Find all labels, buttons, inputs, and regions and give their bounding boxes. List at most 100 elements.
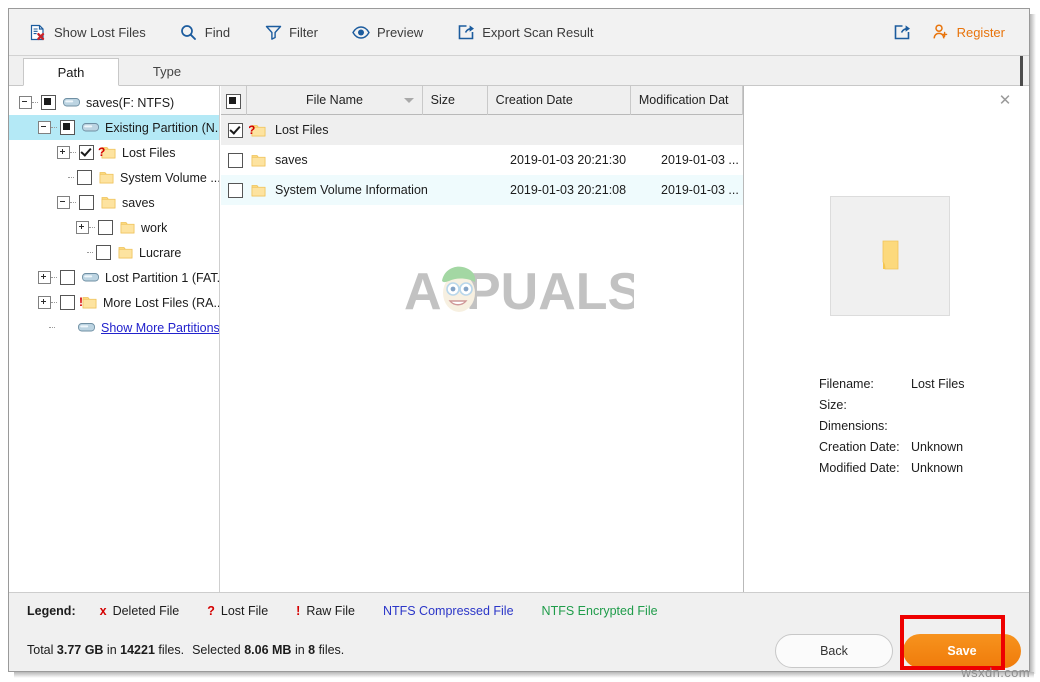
tree-expand-icon[interactable] bbox=[38, 271, 51, 284]
preview-metadata-key: Filename: bbox=[819, 376, 874, 391]
tree-node[interactable]: Lucrare bbox=[9, 240, 219, 265]
file-row-checkbox-cell[interactable] bbox=[221, 182, 249, 198]
toolbar-item-label: Find bbox=[204, 24, 231, 40]
tree-node[interactable]: work bbox=[9, 215, 219, 240]
column-header-size[interactable]: Size bbox=[423, 86, 488, 115]
tree-expand-icon[interactable] bbox=[76, 221, 89, 234]
toolbar: Show Lost Files Find Filter Preview Expo… bbox=[9, 9, 1029, 56]
back-button[interactable]: Back bbox=[775, 634, 893, 668]
tree-node-label: Existing Partition (N... bbox=[105, 120, 219, 135]
toolbar-register-button[interactable]: Register bbox=[922, 19, 1015, 45]
preview-metadata-key: Modified Date: bbox=[819, 460, 900, 475]
tree-node[interactable]: saves bbox=[9, 190, 219, 215]
preview-metadata-row: Size: bbox=[819, 394, 965, 415]
folder-icon bbox=[101, 196, 116, 209]
tree-node-label: work bbox=[141, 220, 168, 235]
tab-path[interactable]: Path bbox=[23, 58, 119, 86]
path-tree-panel: saves(F: NTFS) Existing Partition (N...? L… bbox=[9, 86, 220, 592]
tree-expander-placeholder bbox=[57, 172, 68, 183]
tree-node-label: System Volume ... bbox=[120, 170, 219, 185]
legend-item: NTFS Encrypted File bbox=[542, 604, 658, 618]
folder-icon bbox=[251, 184, 266, 197]
main-body: saves(F: NTFS) Existing Partition (N...? L… bbox=[9, 86, 1029, 592]
tree-node[interactable]: Existing Partition (N... bbox=[9, 115, 219, 140]
tree-node-label: Lost Partition 1 (FAT... bbox=[105, 270, 219, 285]
file-row-checkbox-cell[interactable] bbox=[221, 122, 249, 138]
file-row-name-cell: saves bbox=[249, 153, 434, 167]
file-row-checkbox[interactable] bbox=[227, 122, 243, 138]
tree-node-checkbox[interactable] bbox=[60, 120, 75, 135]
column-header-file-name[interactable]: File Name bbox=[247, 86, 423, 115]
tree-node-checkbox[interactable] bbox=[96, 245, 111, 260]
legend-mark-icon: ? bbox=[207, 603, 215, 618]
preview-thumbnail bbox=[830, 196, 950, 316]
show-more-partitions-link[interactable]: Show More Partitions bbox=[101, 321, 219, 335]
close-icon[interactable]: ✕ bbox=[997, 93, 1013, 109]
svg-text:A: A bbox=[404, 263, 442, 321]
tree-node[interactable]: saves(F: NTFS) bbox=[9, 90, 219, 115]
tab-type[interactable]: Type bbox=[119, 58, 215, 86]
tree-expand-icon[interactable] bbox=[38, 296, 51, 309]
toolbar-filter-button[interactable]: Filter bbox=[254, 19, 328, 45]
select-all-header-cell[interactable] bbox=[221, 86, 248, 115]
raw-file-badge-icon: ! bbox=[79, 295, 83, 309]
column-header-label: Size bbox=[430, 92, 455, 107]
toolbar-export-scan-result-button[interactable]: Export Scan Result bbox=[447, 19, 603, 45]
toolbar-share-button[interactable] bbox=[884, 19, 922, 45]
save-button[interactable]: Save bbox=[903, 634, 1021, 668]
column-header-creation-date[interactable]: Creation Date bbox=[488, 86, 631, 115]
magnifier-icon bbox=[180, 23, 198, 41]
column-header-label: Creation Date bbox=[495, 92, 573, 107]
tree-expand-icon[interactable] bbox=[57, 146, 70, 159]
preview-metadata-row: Modified Date: Unknown bbox=[819, 457, 965, 478]
legend-item-label: Raw File bbox=[306, 603, 355, 618]
folder-icon bbox=[251, 154, 266, 167]
toolbar-preview-button[interactable]: Preview bbox=[342, 19, 433, 45]
tree-node-label: saves(F: NTFS) bbox=[86, 95, 175, 110]
column-header-label: Modification Dat bbox=[638, 92, 729, 107]
folder-icon: ? bbox=[98, 146, 116, 159]
status-selected-size: 8.06 MB bbox=[244, 643, 292, 657]
file-row-checkbox[interactable] bbox=[227, 182, 243, 198]
tree-node-checkbox[interactable] bbox=[77, 170, 92, 185]
folder-icon: ? bbox=[249, 123, 266, 137]
tree-node[interactable]: ? Lost Files bbox=[9, 140, 219, 165]
preview-panel: ✕ Filename: Lost Files Size: Dimensions: Cre… bbox=[745, 86, 1029, 592]
tree-node[interactable]: Show More Partitions bbox=[9, 315, 219, 340]
column-header-modification-date[interactable]: Modification Dat bbox=[631, 86, 743, 115]
tree-node-checkbox[interactable] bbox=[98, 220, 113, 235]
tree-node[interactable]: System Volume ... bbox=[9, 165, 219, 190]
legend-item: NTFS Compressed File bbox=[383, 604, 514, 618]
file-row-creation-date: 2019-01-03 20:21:30 bbox=[510, 153, 627, 167]
drive-icon bbox=[63, 97, 80, 108]
toolbar-show-lost-files-button[interactable]: Show Lost Files bbox=[19, 19, 156, 45]
file-row-name-cell: ? Lost Files bbox=[249, 123, 434, 137]
preview-metadata: Filename: Lost Files Size: Dimensions: Creat… bbox=[819, 373, 965, 478]
tree-collapse-icon[interactable] bbox=[57, 196, 70, 209]
tree-node-checkbox[interactable] bbox=[60, 295, 75, 310]
select-all-checkbox[interactable] bbox=[226, 93, 242, 109]
tree-node-checkbox[interactable] bbox=[41, 95, 56, 110]
file-list-row[interactable]: saves 2019-01-03 20:21:30 2019-01-03 ... bbox=[221, 145, 743, 175]
drive-icon bbox=[82, 272, 99, 283]
file-list-row[interactable]: System Volume Information 2019-01-03 20:2… bbox=[221, 175, 743, 205]
tree-node[interactable]: Lost Partition 1 (FAT... bbox=[9, 265, 219, 290]
tree-node-checkbox[interactable] bbox=[60, 270, 75, 285]
tree-connector bbox=[49, 326, 55, 329]
toolbar-find-button[interactable]: Find bbox=[170, 19, 240, 45]
file-row-name: System Volume Information bbox=[275, 183, 428, 197]
document-x-icon bbox=[29, 23, 47, 41]
tab-strip-scroll-rail[interactable] bbox=[1020, 56, 1023, 86]
file-row-checkbox-cell[interactable] bbox=[221, 152, 249, 168]
file-list-panel: File Name Size Creation Date Modificatio… bbox=[221, 86, 744, 592]
status-total-mid: in bbox=[103, 643, 121, 657]
file-row-checkbox[interactable] bbox=[227, 152, 243, 168]
tree-collapse-icon[interactable] bbox=[19, 96, 32, 109]
file-row-name: saves bbox=[275, 153, 308, 167]
tree-node-checkbox[interactable] bbox=[79, 195, 94, 210]
tree-node-checkbox[interactable] bbox=[79, 145, 94, 160]
file-list-row[interactable]: ? Lost Files bbox=[221, 115, 743, 145]
tab-strip: Path Type bbox=[9, 56, 1029, 86]
tree-collapse-icon[interactable] bbox=[38, 121, 51, 134]
tree-node[interactable]: ! More Lost Files (RA... bbox=[9, 290, 219, 315]
